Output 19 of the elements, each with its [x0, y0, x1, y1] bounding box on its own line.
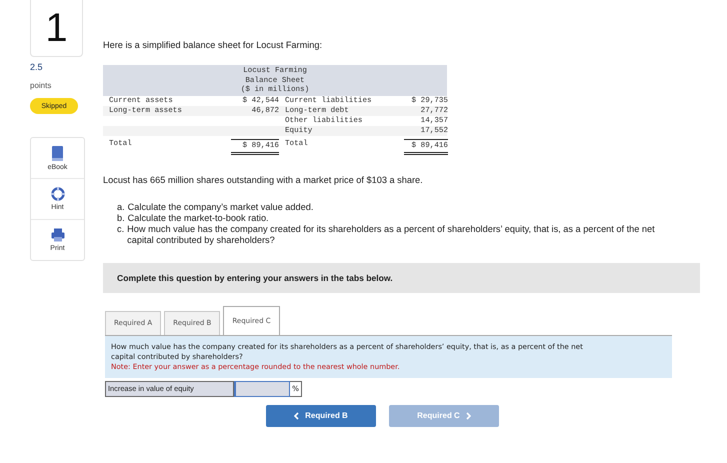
part-text: How much value has the company created for its shareholders as a percent of shareholders’ equity, that is, as a percent of the net capital contributed by shareholders?: [127, 224, 656, 246]
question-text: Locust has 665 million shares outstanding with a market price of $103 a share.: [103, 174, 423, 184]
points-label: points: [30, 81, 52, 90]
question-number: 1: [30, 0, 83, 57]
printer-icon: [50, 228, 64, 242]
part-marker: a.: [117, 202, 125, 212]
book-icon: [51, 146, 64, 160]
chevron-left-icon: [294, 412, 300, 420]
part-text: Calculate the company’s market value added.: [128, 202, 314, 212]
lifebuoy-icon: [50, 187, 64, 201]
instruction-bar: Complete this question by entering your answers in the tabs below.: [103, 262, 700, 292]
part-marker: b.: [117, 212, 125, 224]
part-marker: c.: [117, 224, 124, 236]
chevron-right-icon: [466, 412, 471, 420]
points-value: 2.5: [30, 62, 43, 72]
nav-button[interactable]: Required B: [266, 404, 376, 426]
intro-text: Here is a simplified balance sheet for Locust Farming:: [103, 40, 322, 50]
part-text: Calculate the market-to-book ratio.: [128, 212, 269, 224]
answer-field[interactable]: [234, 380, 290, 396]
